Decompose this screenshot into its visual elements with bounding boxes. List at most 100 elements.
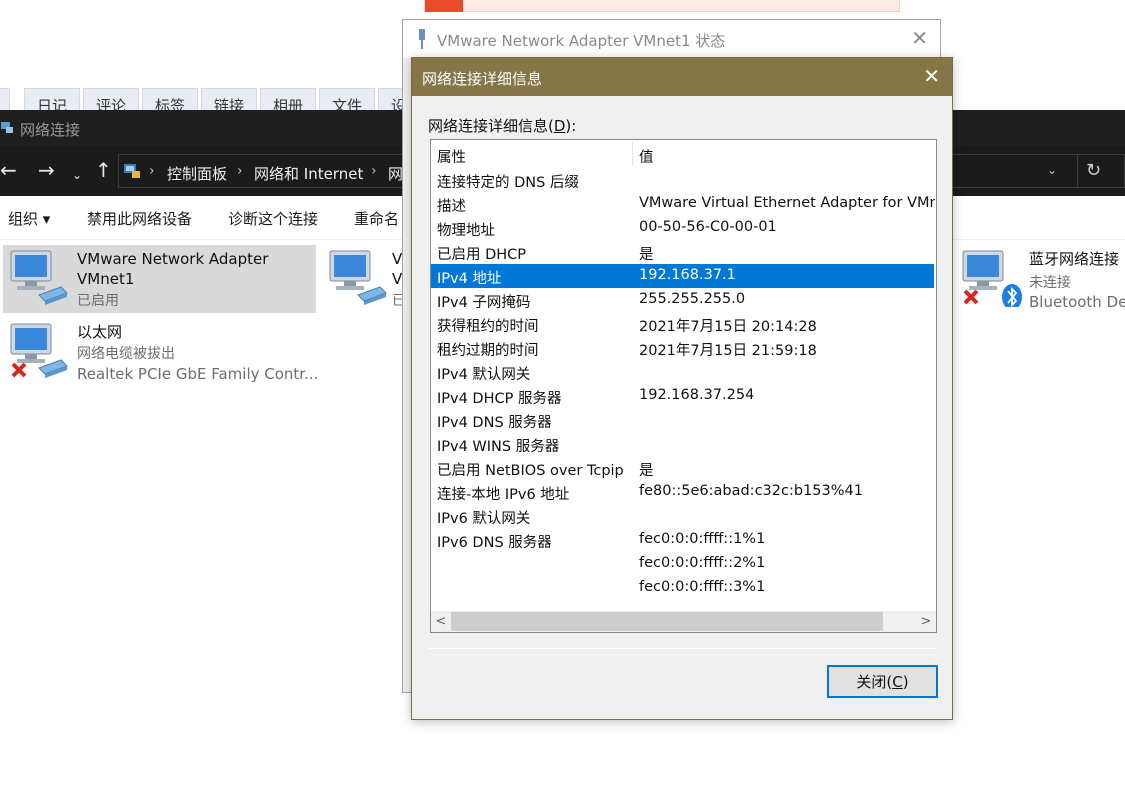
up-arrow-icon[interactable]: ↑ (95, 160, 112, 180)
detail-value: 192.168.37.254 (639, 387, 755, 403)
connection-name: 蓝牙网络连接 (1029, 250, 1120, 268)
connection-name: VMware Network Adapter VMnet1 (77, 250, 269, 288)
control-panel-icon (124, 164, 140, 178)
close-button[interactable]: 关闭(C) (827, 665, 938, 698)
breadcrumb-control-panel[interactable]: 控制面板 (167, 163, 227, 184)
app-tab-strip: 首 日记 评论 标签 链接 相册 文件 设 (0, 88, 420, 112)
detail-row[interactable]: 描述 VMware Virtual Ethernet Adapter for VM… (431, 192, 935, 216)
recent-locations-chevron-icon[interactable]: ⌄ (72, 165, 82, 185)
detail-row[interactable]: 租约过期的时间 2021年7月15日 21:59:18 (431, 336, 934, 360)
breadcrumb-network-internet[interactable]: 网络和 Internet (254, 163, 363, 184)
close-icon[interactable]: ✕ (911, 26, 928, 50)
button-text: 关闭( (856, 673, 893, 691)
detail-property: IPv4 WINS 服务器 (437, 439, 560, 455)
app-tab[interactable]: 相册 (260, 88, 316, 112)
connection-status: 网络电缆被拔出 (77, 346, 175, 362)
detail-row[interactable]: IPv4 WINS 服务器 (431, 432, 934, 456)
connection-device: Bluetooth De (1029, 293, 1125, 311)
app-tab[interactable]: 日记 (24, 88, 80, 112)
refresh-icon[interactable]: ↻ (1078, 154, 1125, 188)
connection-item-bluetooth[interactable]: 蓝牙网络连接 未连接 Bluetooth De (955, 245, 1125, 313)
detail-row[interactable]: 获得租约的时间 2021年7月15日 20:14:28 (431, 312, 934, 336)
detail-row[interactable]: 连接特定的 DNS 后缀 (431, 168, 934, 192)
column-divider[interactable] (632, 142, 633, 166)
details-list[interactable]: 属性 值 连接特定的 DNS 后缀 描述 VMware Virtual Ethern… (430, 139, 937, 633)
breadcrumb-network-connections[interactable]: 网 (388, 163, 403, 184)
breadcrumb-separator: › (149, 163, 155, 179)
close-icon[interactable]: ✕ (923, 64, 940, 88)
detail-property: 租约过期的时间 (437, 343, 539, 359)
detail-row[interactable]: 已启用 DHCP 是 (431, 240, 934, 264)
detail-row[interactable]: 连接-本地 IPv6 地址 fe80::5e6:abad:c32c:b153%41 (431, 480, 934, 504)
column-header-value[interactable]: 值 (639, 146, 654, 167)
detail-property: 已启用 DHCP (437, 247, 527, 263)
network-details-dialog: 网络连接详细信息 ✕ 网络连接详细信息(D): 属性 值 连接特定的 DNS 后… (411, 57, 953, 720)
status-dialog-title-bar: VMware Network Adapter VMnet1 状态 ✕ (403, 20, 940, 58)
details-list-label: 网络连接详细信息(D): (428, 115, 576, 136)
status-dialog-title: VMware Network Adapter VMnet1 状态 (437, 32, 726, 50)
connection-item-vmnet8[interactable]: V V 已 (322, 245, 412, 313)
connection-item-ethernet[interactable]: 以太网 网络电缆被拔出 Realtek PCIe GbE Family Cont… (3, 318, 319, 386)
adapter-plug-icon (419, 29, 425, 49)
detail-row[interactable]: IPv4 DHCP 服务器 192.168.37.254 (431, 384, 934, 408)
rename-button[interactable]: 重命名 (354, 208, 399, 229)
detail-row[interactable]: IPv6 默认网关 (431, 504, 934, 528)
back-arrow-icon[interactable]: ← (0, 160, 17, 180)
notification-popup-edge (424, 0, 900, 12)
detail-property: 物理地址 (437, 223, 495, 239)
breadcrumb-separator: › (237, 163, 243, 179)
details-dialog-title-bar: 网络连接详细信息 ✕ (412, 58, 952, 96)
connection-status: 未连接 (1029, 275, 1071, 291)
diagnose-connection-button[interactable]: 诊断这个连接 (228, 208, 318, 229)
detail-value: fec0:0:0:ffff::1%1 (639, 531, 766, 547)
detail-value: 00-50-56-C0-00-01 (639, 219, 777, 235)
app-tab[interactable]: 首 (0, 88, 10, 112)
column-header-property[interactable]: 属性 (437, 146, 466, 167)
forward-arrow-icon[interactable]: → (38, 160, 55, 180)
scroll-right-icon[interactable]: > (916, 612, 936, 631)
app-tab[interactable]: 文件 (319, 88, 375, 112)
detail-property: IPv4 DNS 服务器 (437, 415, 552, 431)
label-text: ): (565, 117, 577, 135)
app-tab[interactable]: 链接 (201, 88, 257, 112)
horizontal-scrollbar[interactable]: < > (431, 611, 936, 632)
detail-value: fec0:0:0:ffff::3%1 (639, 579, 766, 595)
scrollbar-thumb[interactable] (451, 612, 883, 631)
label-accesskey: D (553, 117, 566, 135)
app-tab[interactable]: 标签 (142, 88, 198, 112)
detail-row[interactable]: fec0:0:0:ffff::3%1 (431, 576, 934, 600)
detail-row[interactable]: IPv6 DNS 服务器 fec0:0:0:ffff::1%1 (431, 528, 934, 552)
detail-row[interactable]: fec0:0:0:ffff::2%1 (431, 552, 934, 576)
detail-value: 2021年7月15日 20:14:28 (639, 319, 817, 335)
app-tab[interactable]: 评论 (83, 88, 139, 112)
detail-value: 2021年7月15日 21:59:18 (639, 343, 817, 359)
detail-property: IPv4 默认网关 (437, 367, 531, 383)
detail-property: IPv4 地址 (437, 271, 502, 287)
scroll-left-icon[interactable]: < (431, 612, 451, 631)
disable-device-button[interactable]: 禁用此网络设备 (87, 208, 192, 229)
detail-property: IPv6 DNS 服务器 (437, 535, 552, 551)
detail-row[interactable]: 物理地址 00-50-56-C0-00-01 (431, 216, 934, 240)
detail-property: 描述 (437, 199, 466, 215)
detail-row[interactable]: IPv4 DNS 服务器 (431, 408, 934, 432)
connection-name: 以太网 (77, 323, 123, 341)
window-title: 网络连接 (20, 121, 81, 139)
detail-property: 获得租约的时间 (437, 319, 539, 335)
address-dropdown-icon[interactable]: ⌄ (1047, 163, 1057, 177)
detail-row[interactable]: 已启用 NetBIOS over Tcpip 是 (431, 456, 934, 480)
breadcrumb-separator: › (371, 163, 377, 179)
connection-item-vmnet1[interactable]: VMware Network Adapter VMnet1 已启用 (3, 245, 316, 313)
button-text: ) (902, 673, 909, 691)
detail-value: fe80::5e6:abad:c32c:b153%41 (639, 483, 863, 499)
network-adapter-icon (10, 250, 68, 305)
connection-device: Realtek PCIe GbE Family Contr... (77, 365, 319, 383)
detail-row[interactable]: IPv4 地址 192.168.37.1 (431, 264, 934, 288)
network-folder-icon (1, 122, 13, 133)
detail-property: IPv4 DHCP 服务器 (437, 391, 562, 407)
organize-menu[interactable]: 组织 ▾ (8, 208, 50, 229)
dialog-divider (428, 648, 936, 649)
button-accesskey: C (892, 673, 903, 691)
detail-row[interactable]: IPv4 默认网关 (431, 360, 934, 384)
label-text: 网络连接详细信息( (428, 117, 554, 135)
detail-row[interactable]: IPv4 子网掩码 255.255.255.0 (431, 288, 934, 312)
